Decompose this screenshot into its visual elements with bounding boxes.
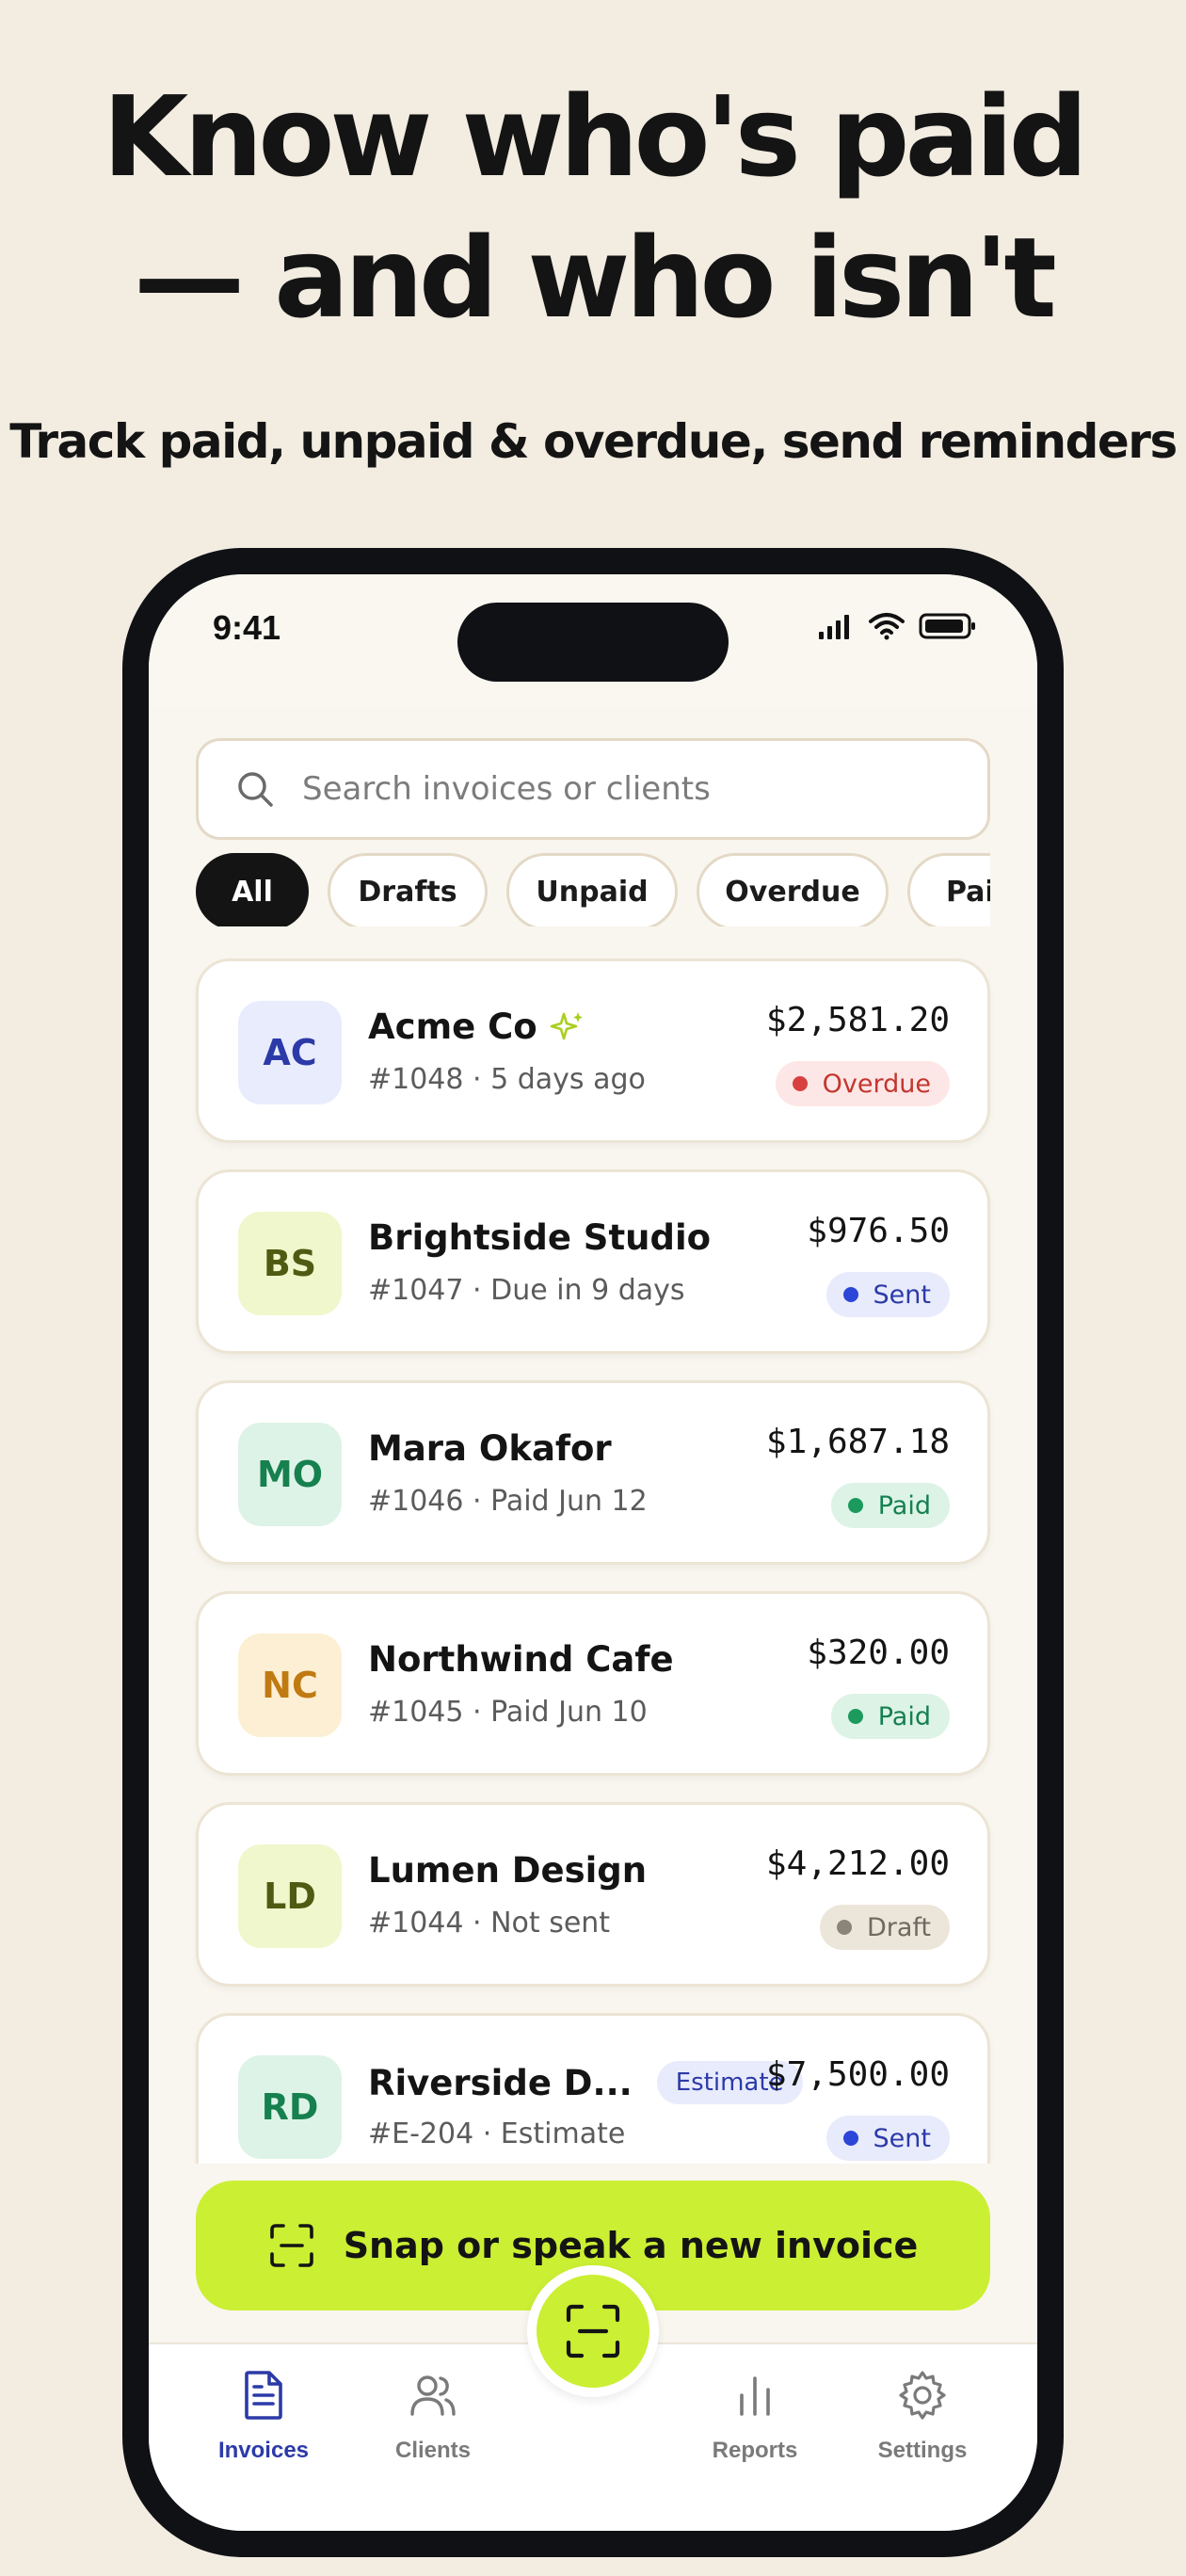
avatar: MO [238, 1423, 342, 1526]
client-name: Mara Okafor [368, 1428, 612, 1469]
phone-screen: 9:41 Search invoices or clients All Draf… [149, 574, 1037, 2531]
invoice-meta: #1046 · Paid Jun 12 [368, 1485, 648, 1518]
invoice-amount: $320.00 [807, 1634, 950, 1672]
dynamic-island [457, 603, 729, 682]
avatar: NC [238, 1634, 342, 1737]
client-name-text: Acme Co [368, 1006, 537, 1047]
search-placeholder: Search invoices or clients [302, 770, 711, 808]
headline: Know who's paid — and who isn't [0, 66, 1186, 348]
status-dot [847, 1709, 863, 1724]
invoice-card[interactable]: AC Acme Co #1048 · 5 days ago $2,581.20 … [196, 958, 990, 1143]
filter-chip-drafts[interactable]: Drafts [328, 853, 488, 926]
tab-settings-label: Settings [877, 2438, 968, 2463]
status-bar: 9:41 [149, 574, 1037, 706]
filter-chips: All Drafts Unpaid Overdue Paid [196, 844, 990, 926]
client-name-text: Riverside D... [368, 2062, 633, 2103]
client-name: Brightside Studio [368, 1217, 712, 1258]
status-badge: Overdue [775, 1061, 950, 1106]
status-dot [842, 2131, 858, 2146]
scan-icon [269, 2224, 313, 2267]
tab-settings[interactable]: Settings [847, 2369, 998, 2464]
filter-chip-all[interactable]: All [196, 853, 309, 926]
document-icon [245, 2371, 282, 2420]
invoice-amount: $4,212.00 [765, 1844, 950, 1883]
status-dot [836, 1920, 852, 1935]
invoice-card[interactable]: RD Riverside D... Estimate #E-204 · Esti… [196, 2013, 990, 2164]
search-input[interactable]: Search invoices or clients [196, 738, 990, 840]
status-time: 9:41 [213, 608, 281, 647]
invoice-meta: #1047 · Due in 9 days [368, 1274, 685, 1307]
status-dot [847, 1498, 863, 1513]
tab-invoices-label: Invoices [217, 2438, 310, 2463]
phone-frame: 9:41 Search invoices or clients All Draf… [122, 548, 1064, 2557]
status-label: Paid [877, 1701, 931, 1731]
status-badge: Paid [830, 1483, 950, 1528]
bar-chart-icon [740, 2376, 770, 2416]
subheadline: Track paid, unpaid & overdue, send remin… [9, 414, 1178, 469]
battery-icon [919, 613, 975, 639]
invoice-meta: #E-204 · Estimate [368, 2117, 626, 2150]
status-label: Sent [873, 1280, 931, 1310]
status-dot [842, 1287, 858, 1302]
sparkle-icon [550, 1011, 583, 1039]
tab-clients[interactable]: Clients [358, 2369, 508, 2464]
wifi-icon [869, 613, 905, 640]
status-badge: Sent [825, 1272, 950, 1317]
filter-chip-unpaid[interactable]: Unpaid [506, 853, 678, 926]
invoice-amount: $976.50 [807, 1212, 950, 1250]
status-label: Draft [866, 1912, 931, 1942]
invoice-card[interactable]: NC Northwind Cafe #1045 · Paid Jun 10 $3… [196, 1591, 990, 1776]
scan-fab-button[interactable] [527, 2265, 659, 2397]
filter-chip-overdue[interactable]: Overdue [697, 853, 889, 926]
invoice-card[interactable]: MO Mara Okafor #1046 · Paid Jun 12 $1,68… [196, 1380, 990, 1565]
client-name: Riverside D... Estimate [368, 2061, 803, 2104]
avatar: AC [238, 1001, 342, 1104]
gear-icon [899, 2371, 946, 2420]
tab-clients-label: Clients [394, 2438, 471, 2463]
status-label: Paid [877, 1490, 931, 1521]
invoice-amount: $1,687.18 [765, 1423, 950, 1461]
headline-line-1: Know who's paid [102, 72, 1088, 201]
invoice-card[interactable]: BS Brightside Studio #1047 · Due in 9 da… [196, 1169, 990, 1354]
client-name: Northwind Cafe [368, 1639, 674, 1680]
client-name: Acme Co [368, 1006, 586, 1047]
status-badge: Draft [819, 1905, 950, 1950]
search-icon [238, 772, 273, 807]
tab-invoices[interactable]: Invoices [188, 2369, 339, 2464]
invoice-card[interactable]: LD Lumen Design #1044 · Not sent $4,212.… [196, 1802, 990, 1987]
status-label: Overdue [822, 1069, 931, 1099]
filter-chip-paid[interactable]: Paid [907, 853, 990, 926]
invoice-meta: #1048 · 5 days ago [368, 1063, 646, 1096]
cellular-signal-icon [819, 615, 849, 639]
invoice-meta: #1044 · Not sent [368, 1907, 611, 1940]
scan-icon [566, 2304, 620, 2359]
tab-reports-label: Reports [712, 2438, 798, 2463]
new-invoice-label: Snap or speak a new invoice [343, 2225, 919, 2266]
client-name: Lumen Design [368, 1850, 648, 1891]
tab-reports[interactable]: Reports [680, 2369, 830, 2464]
status-label: Sent [873, 2123, 931, 2153]
headline-line-2: — and who isn't [134, 213, 1057, 343]
avatar: RD [238, 2055, 342, 2159]
avatar: LD [238, 1844, 342, 1948]
avatar: BS [238, 1212, 342, 1315]
status-icons [817, 612, 977, 640]
status-badge: Sent [825, 2116, 950, 2161]
status-badge: Paid [830, 1694, 950, 1739]
invoice-meta: #1045 · Paid Jun 10 [368, 1696, 648, 1729]
invoice-list: AC Acme Co #1048 · 5 days ago $2,581.20 … [149, 958, 1037, 2164]
users-icon [410, 2375, 456, 2416]
invoice-amount: $7,500.00 [765, 2055, 950, 2094]
status-dot [792, 1076, 808, 1091]
invoice-amount: $2,581.20 [765, 1001, 950, 1039]
